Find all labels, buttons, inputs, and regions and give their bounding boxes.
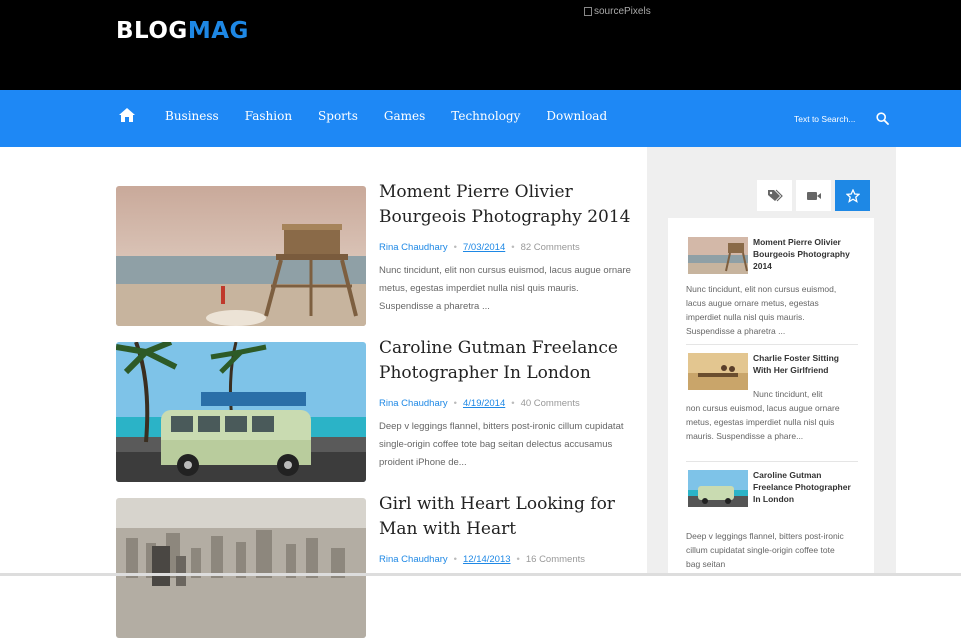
video-icon (806, 191, 821, 200)
post-meta: Rina Chaudhary • 7/03/2014 • 82 Comments (379, 242, 580, 253)
post-thumbnail-van[interactable] (116, 342, 366, 482)
broken-image-icon (584, 7, 592, 16)
post-card: Girl with Heart Looking for Man with Hea… (116, 494, 636, 638)
tab-featured[interactable] (835, 180, 870, 211)
meta-separator: • (511, 242, 515, 253)
search-input[interactable]: Text to Search... (794, 114, 855, 124)
post-excerpt: Deep v leggings flannel, bitters post-ir… (379, 421, 624, 468)
widget-thumbnail[interactable] (688, 237, 748, 274)
post-title[interactable]: Caroline Gutman Freelance Photographer I… (379, 336, 639, 386)
widget-thumbnail[interactable] (688, 470, 748, 507)
post-date[interactable]: 4/19/2014 (463, 398, 505, 409)
post-card: Caroline Gutman Freelance Photographer I… (116, 338, 636, 482)
widget-post-title[interactable]: Moment Pierre Olivier Bourgeois Photogra… (753, 236, 853, 272)
ad-alt-text: sourcePixels (594, 6, 651, 17)
nav-item-sports[interactable]: Sports (318, 109, 358, 123)
ad-banner-broken-image[interactable]: sourcePixels (584, 6, 651, 17)
divider (686, 344, 858, 345)
logo-text-mag: MAG (187, 18, 249, 44)
post-title[interactable]: Girl with Heart Looking for Man with Hea… (379, 492, 639, 542)
post-date[interactable]: 7/03/2014 (463, 242, 505, 253)
top-header: BLOGMAG sourcePixels (0, 0, 961, 90)
site-logo[interactable]: BLOGMAG (116, 18, 249, 44)
post-comments[interactable]: 82 Comments (521, 242, 580, 253)
widget-post-title[interactable]: Caroline Gutman Freelance Photographer I… (753, 469, 853, 505)
nav-item-games[interactable]: Games (384, 109, 425, 123)
tab-tags[interactable] (757, 180, 792, 211)
widget-post-excerpt-continued: non cursus euismod, lacus augue ornare m… (686, 403, 840, 441)
meta-separator: • (453, 398, 457, 409)
post-author[interactable]: Rina Chaudhary (379, 554, 448, 565)
meta-separator: • (511, 398, 515, 409)
logo-text-blog: BLOG (116, 18, 188, 44)
search-icon[interactable] (876, 112, 889, 125)
post-title[interactable]: Moment Pierre Olivier Bourgeois Photogra… (379, 180, 639, 230)
nav-item-fashion[interactable]: Fashion (245, 109, 292, 123)
post-author[interactable]: Rina Chaudhary (379, 242, 448, 253)
post-date[interactable]: 12/14/2013 (463, 554, 511, 565)
meta-separator: • (453, 242, 457, 253)
tag-icon (767, 189, 783, 201)
post-author[interactable]: Rina Chaudhary (379, 398, 448, 409)
post-card: Moment Pierre Olivier Bourgeois Photogra… (116, 182, 636, 326)
meta-separator: • (516, 554, 520, 565)
nav-item-business[interactable]: Business (165, 109, 219, 123)
nav-links: Business Fashion Sports Games Technology… (165, 109, 633, 123)
post-thumbnail-city[interactable] (116, 498, 366, 638)
post-comments[interactable]: 40 Comments (521, 398, 580, 409)
main-nav: Business Fashion Sports Games Technology… (0, 90, 961, 147)
divider (686, 461, 858, 462)
widget-post-excerpt: Nunc tincidunt, elit (753, 389, 823, 399)
widget-thumbnail[interactable] (688, 353, 748, 390)
star-icon (845, 188, 860, 203)
nav-item-download[interactable]: Download (546, 109, 607, 123)
widget-post-excerpt: Nunc tincidunt, elit non cursus euismod,… (686, 284, 837, 336)
widget-post-title[interactable]: Charlie Foster Sitting With Her Girlfrie… (753, 352, 853, 376)
widget-post-excerpt: Deep v leggings flannel, bitters post-ir… (686, 531, 844, 569)
post-thumbnail-lifeguard-tower[interactable] (116, 186, 366, 326)
sidebar-tabs (757, 180, 870, 211)
post-meta: Rina Chaudhary • 4/19/2014 • 40 Comments (379, 398, 580, 409)
post-meta: Rina Chaudhary • 12/14/2013 • 16 Comments (379, 554, 585, 565)
home-icon[interactable] (118, 107, 136, 123)
meta-separator: • (453, 554, 457, 565)
post-excerpt: Nunc tincidunt, elit non cursus euismod,… (379, 265, 631, 312)
featured-posts-widget: Moment Pierre Olivier Bourgeois Photogra… (668, 218, 874, 576)
nav-item-technology[interactable]: Technology (451, 109, 520, 123)
post-comments[interactable]: 16 Comments (526, 554, 585, 565)
tab-videos[interactable] (796, 180, 831, 211)
